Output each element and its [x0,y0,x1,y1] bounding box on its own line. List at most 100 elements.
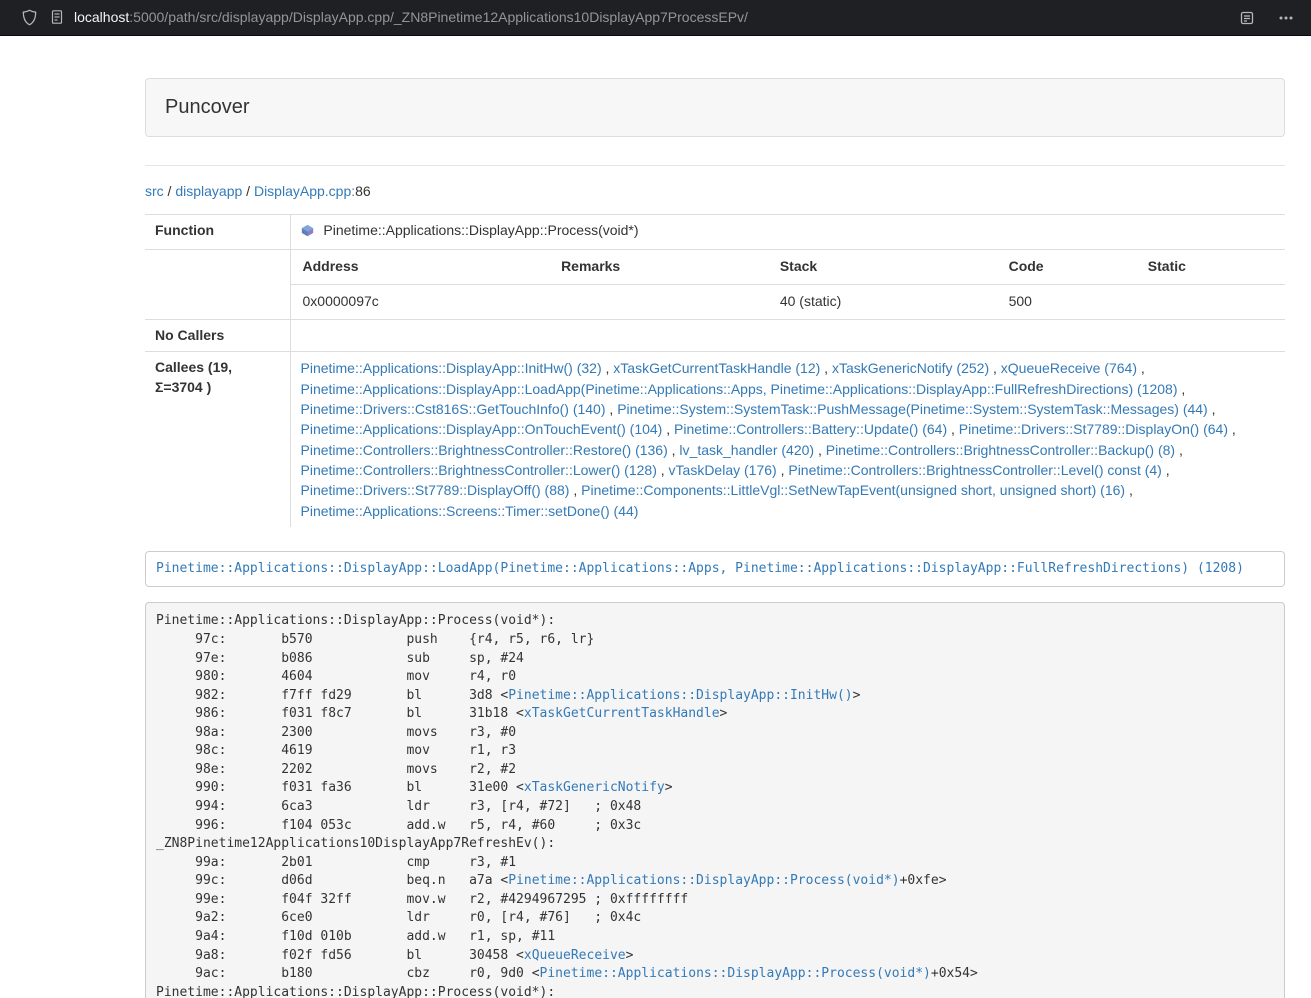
highlight-box: Pinetime::Applications::DisplayApp::Load… [145,551,1285,588]
callee-link[interactable]: lv_task_handler (420) [679,442,814,458]
callee-link[interactable]: Pinetime::Drivers::Cst816S::GetTouchInfo… [301,401,606,417]
callee-link[interactable]: Pinetime::Controllers::BrightnessControl… [301,462,657,478]
code-line: 9ac: b180 cbz r0, 9d0 <Pinetime::Applica… [156,965,1274,984]
callee-separator: , [1162,462,1170,478]
browser-bar: localhost:5000/path/src/displayapp/Displ… [0,0,1311,36]
code-line: 986: f031 f8c7 bl 31b18 <xTaskGetCurrent… [156,705,1274,724]
callee-separator: , [569,482,581,498]
callee-separator: , [668,442,680,458]
callee-separator: , [1125,482,1133,498]
code-line: 980: 4604 mov r4, r0 [156,668,1274,687]
callee-link[interactable]: Pinetime::Drivers::St7789::DisplayOn() (… [959,421,1228,437]
callee-separator: , [1137,360,1145,376]
code-line: 98a: 2300 movs r3, #0 [156,724,1274,743]
callee-separator: , [777,462,789,478]
callee-separator: , [989,360,1001,376]
stats-value [549,284,768,318]
stats-value: 500 [997,284,1136,318]
function-type-icon [301,223,314,243]
tracking-protection-shield-icon[interactable] [21,9,38,26]
callees-row: Callees (19, Σ=3704 ) Pinetime::Applicat… [145,352,1285,527]
callee-separator: , [1177,381,1185,397]
callee-link[interactable]: Pinetime::System::SystemTask::PushMessag… [617,401,1208,417]
code-symbol-link[interactable]: xTaskGetCurrentTaskHandle [524,706,720,721]
callee-link[interactable]: Pinetime::Applications::DisplayApp::OnTo… [301,421,663,437]
code-line: 982: f7ff fd29 bl 3d8 <Pinetime::Applica… [156,687,1274,706]
code-line: Pinetime::Applications::DisplayApp::Proc… [156,984,1274,998]
page-info-icon[interactable] [49,9,65,25]
page-title: Puncover [165,93,1265,122]
code-line: 9a2: 6ce0 ldr r0, [r4, #76] ; 0x4c [156,909,1274,928]
stats-value [1136,284,1285,318]
callee-link[interactable]: Pinetime::Controllers::BrightnessControl… [788,462,1161,478]
callee-separator: , [606,401,618,417]
breadcrumb: src / displayapp / DisplayApp.cpp:86 [145,182,1285,202]
stats-values-row: 0x0000097c 40 (static)500 [291,284,1286,318]
code-symbol-link[interactable]: xTaskGenericNotify [524,780,665,795]
stats-column-header: Stack [768,250,997,284]
callee-separator: , [814,442,826,458]
callee-separator: , [1228,421,1236,437]
code-line: 996: f104 053c add.w r5, r4, #60 ; 0x3c [156,817,1274,836]
callee-link[interactable]: Pinetime::Drivers::St7789::DisplayOff() … [301,482,570,498]
divider [145,165,1285,166]
callee-link[interactable]: Pinetime::Applications::Screens::Timer::… [301,503,639,519]
code-line: 990: f031 fa36 bl 31e00 <xTaskGenericNot… [156,779,1274,798]
stats-column-header: Remarks [549,250,768,284]
code-symbol-link[interactable]: xQueueReceive [524,948,626,963]
breadcrumb-text: 86 [355,183,371,199]
callee-link[interactable]: xTaskGetCurrentTaskHandle (12) [613,360,820,376]
function-name: Pinetime::Applications::DisplayApp::Proc… [323,222,638,238]
highlighted-symbol-link[interactable]: Pinetime::Applications::DisplayApp::Load… [156,561,1244,576]
callee-link[interactable]: Pinetime::Components::LittleVgl::SetNewT… [581,482,1125,498]
callee-link[interactable]: Pinetime::Controllers::BrightnessControl… [301,442,668,458]
code-symbol-link[interactable]: Pinetime::Applications::DisplayApp::Init… [508,688,852,703]
url-bar[interactable]: localhost:5000/path/src/displayapp/Displ… [49,8,1225,28]
callee-separator: , [1208,401,1216,417]
breadcrumb-link[interactable]: displayapp [175,183,242,199]
code-line: 97c: b570 push {r4, r5, r6, lr} [156,631,1274,650]
code-line: Pinetime::Applications::DisplayApp::Proc… [156,612,1274,631]
puncover-title-panel: Puncover [145,78,1285,137]
breadcrumb-link[interactable]: src [145,183,164,199]
stats-value: 40 (static) [768,284,997,318]
breadcrumb-separator: / [242,183,254,199]
breadcrumb-link[interactable]: DisplayApp.cpp: [254,183,355,199]
stats-table: AddressRemarksStackCodeStatic 0x0000097c… [291,250,1286,319]
url-host: localhost [74,9,129,25]
callee-link[interactable]: Pinetime::Applications::DisplayApp::Init… [301,360,602,376]
stats-column-header: Address [291,250,550,284]
code-line: 9a4: f10d 010b add.w r1, sp, #11 [156,928,1274,947]
callee-link[interactable]: Pinetime::Controllers::Battery::Update()… [674,421,947,437]
callee-separator: , [657,462,669,478]
callee-link[interactable]: xTaskGenericNotify (252) [832,360,989,376]
stats-value: 0x0000097c [291,284,550,318]
callee-separator: , [662,421,674,437]
no-callers-row: No Callers [145,319,1285,352]
code-line: 99e: f04f 32ff mov.w r2, #4294967295 ; 0… [156,891,1274,910]
code-line: 99a: 2b01 cmp r3, #1 [156,854,1274,873]
callee-link[interactable]: vTaskDelay (176) [669,462,777,478]
stats-column-header: Code [997,250,1136,284]
breadcrumb-separator: / [164,183,176,199]
callee-link[interactable]: Pinetime::Controllers::BrightnessControl… [826,442,1175,458]
overflow-menu-icon[interactable] [1277,10,1295,26]
symbol-table: Function Pinetime::Applications::Display… [145,214,1285,527]
code-line: 98c: 4619 mov r1, r3 [156,742,1274,761]
code-symbol-link[interactable]: Pinetime::Applications::DisplayApp::Proc… [540,966,931,981]
disassembly: Pinetime::Applications::DisplayApp::Proc… [145,602,1285,998]
callee-separator: , [1175,442,1183,458]
reader-view-icon[interactable] [1239,10,1255,26]
url-path: :5000/path/src/displayapp/DisplayApp.cpp… [129,9,748,25]
url-text[interactable]: localhost:5000/path/src/displayapp/Displ… [74,8,748,28]
stats-row-label [145,249,290,319]
code-line: 994: 6ca3 ldr r3, [r4, #72] ; 0x48 [156,798,1274,817]
callees-list: Pinetime::Applications::DisplayApp::Init… [290,352,1285,527]
no-callers-label: No Callers [145,319,290,352]
callee-link[interactable]: xQueueReceive (764) [1001,360,1137,376]
code-line: 97e: b086 sub sp, #24 [156,650,1274,669]
code-symbol-link[interactable]: Pinetime::Applications::DisplayApp::Proc… [508,873,899,888]
stats-header-row: AddressRemarksStackCodeStatic [291,250,1286,284]
page-container: Puncover src / displayapp / DisplayApp.c… [145,78,1285,998]
callee-link[interactable]: Pinetime::Applications::DisplayApp::Load… [301,381,1178,397]
